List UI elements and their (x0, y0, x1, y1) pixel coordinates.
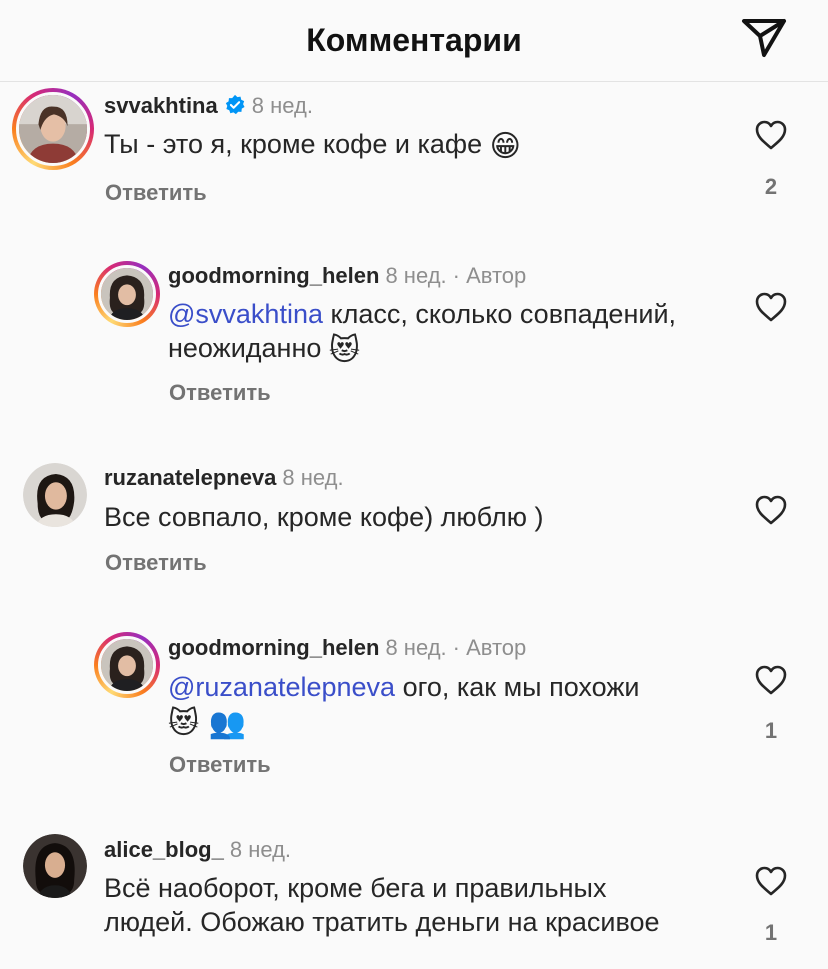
username[interactable]: ruzanatelepneva (104, 465, 276, 490)
like-button[interactable] (751, 861, 791, 901)
comment-text: Все совпало, кроме кофе) люблю ) (104, 502, 544, 532)
avatar[interactable] (23, 463, 87, 527)
emoji-cat-and-silhouettes-icon: 😻 👥 (168, 706, 247, 741)
avatar[interactable] (94, 261, 160, 327)
author-label: · Автор (452, 635, 527, 660)
comment-time: 8 нед. (229, 837, 292, 862)
comment-time: 8 нед. (385, 263, 447, 288)
comment-time: 8 нед. (385, 635, 447, 660)
comment-text: Всё наоборот, кроме бега и правильных лю… (104, 873, 660, 937)
username[interactable]: goodmorning_helen (168, 635, 379, 660)
mention-link[interactable]: @svvakhtina (168, 299, 323, 329)
comment-text: Ты - это я, кроме кофе и кафе 😁 (104, 129, 521, 164)
comment-text: @svvakhtina класс, сколько совпадений, н… (168, 299, 677, 368)
verified-badge-icon (225, 94, 245, 115)
comment-text: @ruzanatelepneva ого, как мы похожи 😻 👥 (168, 672, 640, 741)
comments-header: Комментарии (0, 0, 828, 82)
like-count: 2 (764, 174, 778, 199)
send-button[interactable] (738, 14, 790, 62)
heart-icon (755, 120, 787, 150)
avatar[interactable] (94, 632, 160, 698)
heart-icon (755, 665, 787, 695)
like-button[interactable] (751, 660, 791, 700)
mention-link[interactable]: @ruzanatelepneva (168, 672, 395, 702)
username[interactable]: goodmorning_helen (168, 263, 379, 288)
like-button[interactable] (751, 490, 791, 530)
avatar[interactable] (12, 88, 94, 170)
comment-time: 8 нед. (282, 465, 344, 490)
page-title: Комментарии (306, 22, 522, 58)
reply-button[interactable]: Ответить (169, 380, 271, 406)
heart-eyes-cat-emoji-icon: 😻 (328, 333, 361, 368)
comment-time: 8 нед. (251, 93, 313, 118)
like-button[interactable] (751, 287, 791, 327)
heart-icon (755, 866, 787, 896)
username[interactable]: alice_blog_ (104, 837, 224, 862)
heart-icon (755, 495, 787, 525)
paper-plane-icon (742, 19, 786, 57)
like-count: 1 (764, 718, 778, 743)
like-count: 1 (764, 920, 778, 945)
reply-button[interactable]: Ответить (105, 550, 207, 576)
avatar[interactable] (23, 834, 87, 898)
like-button[interactable] (751, 115, 791, 155)
reply-button[interactable]: Ответить (105, 180, 207, 206)
reply-button[interactable]: Ответить (169, 752, 271, 778)
username[interactable]: svvakhtina (104, 93, 218, 118)
author-label: · Автор (452, 263, 527, 288)
grinning-emoji-icon: 😁 (489, 129, 521, 164)
heart-icon (755, 292, 787, 322)
